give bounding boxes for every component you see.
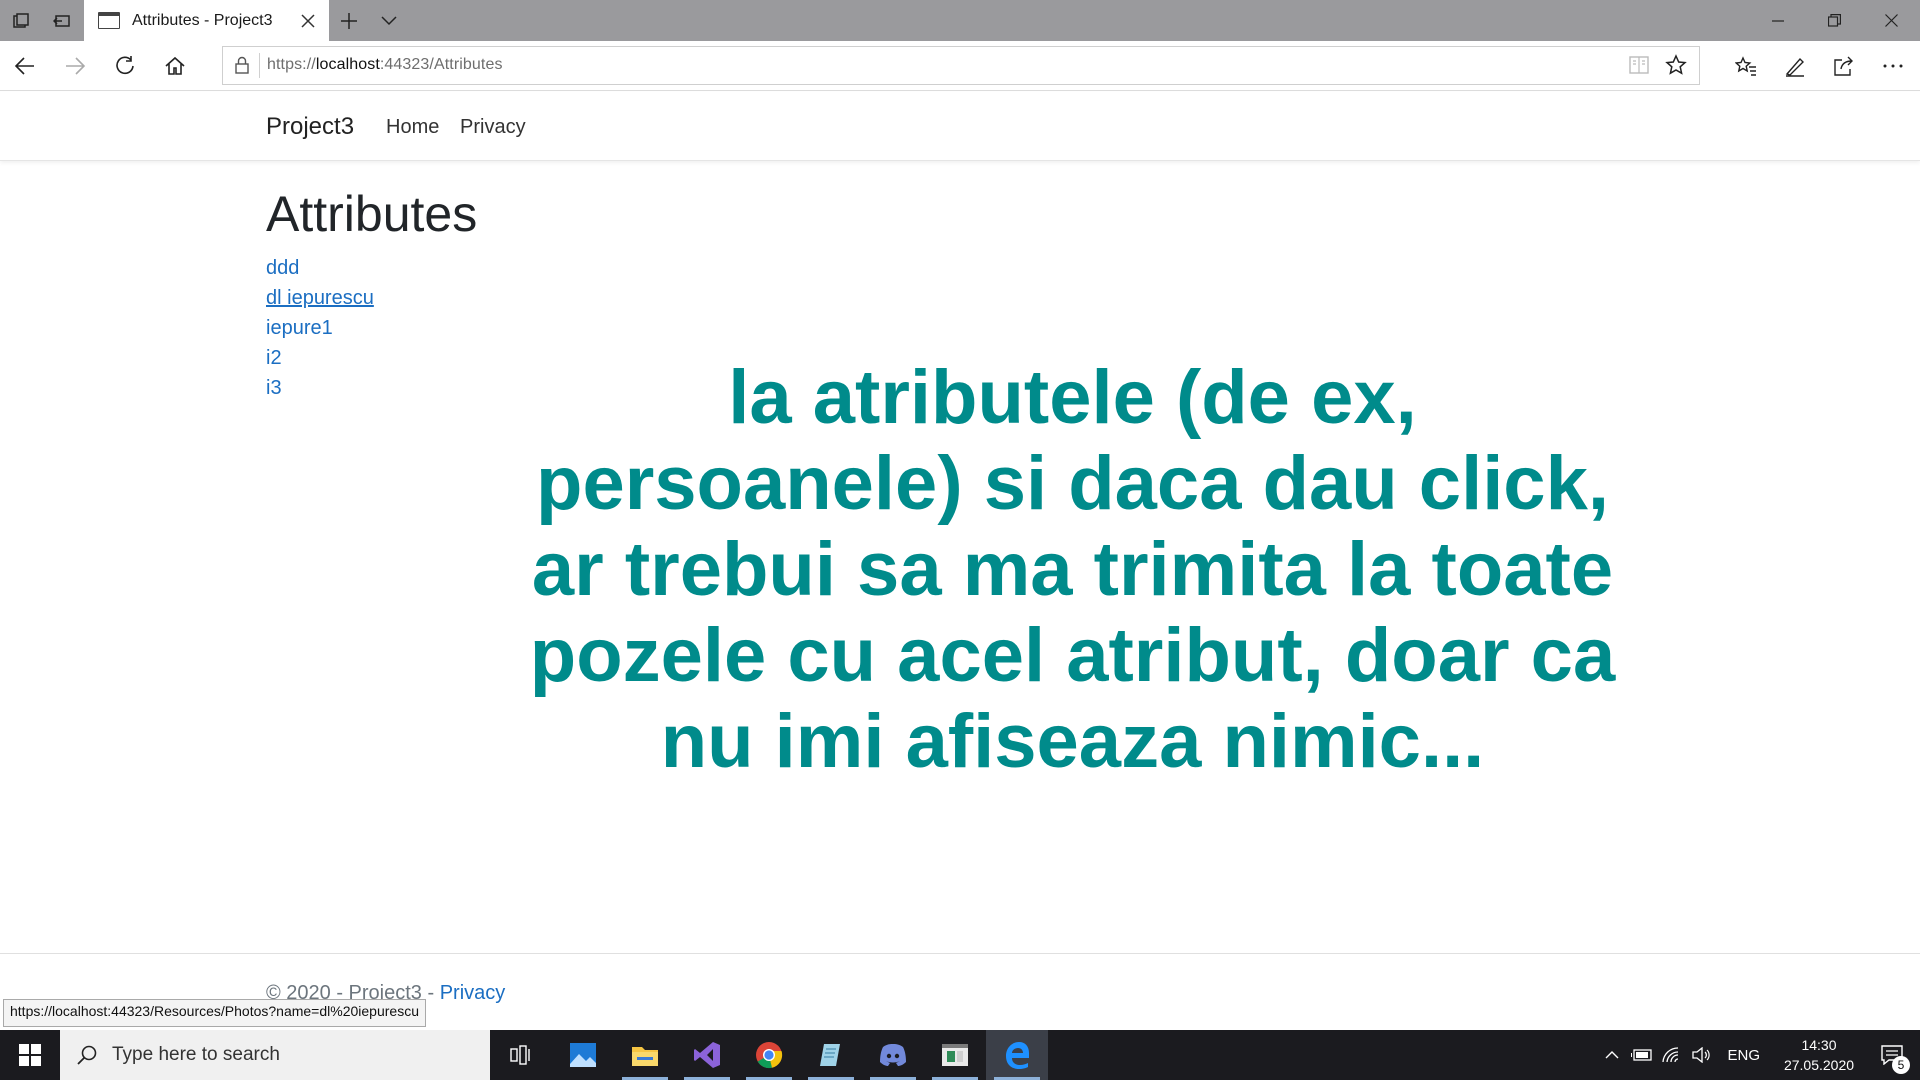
window-controls (1749, 0, 1920, 41)
footer-privacy-link[interactable]: Privacy (440, 982, 506, 1004)
tab-title: Attributes - Project3 (132, 11, 273, 29)
clock[interactable]: 14:30 27.05.2020 (1774, 1035, 1864, 1075)
edge-icon[interactable] (986, 1030, 1048, 1080)
address-divider (259, 53, 260, 78)
favorite-star-icon[interactable] (1665, 54, 1687, 76)
photos-icon[interactable] (552, 1030, 614, 1080)
browser-tab-strip: Attributes - Project3 (0, 0, 1920, 41)
forward-arrow-icon[interactable] (62, 53, 88, 79)
attribute-link[interactable]: dl iepurescu (266, 285, 374, 315)
favorites-icon[interactable] (1733, 53, 1759, 79)
site-navbar: Project3 Home Privacy (0, 92, 1920, 161)
pen-notes-icon[interactable] (1782, 53, 1808, 79)
clock-date: 27.05.2020 (1783, 1057, 1855, 1073)
restore-icon[interactable] (1806, 0, 1863, 41)
sql-icon[interactable] (924, 1030, 986, 1080)
attribute-link[interactable]: ddd (266, 255, 374, 285)
address-bar[interactable]: https://localhost:44323/Attributes (222, 46, 1700, 85)
visual-studio-icon[interactable] (676, 1030, 738, 1080)
more-menu-icon[interactable] (1880, 53, 1906, 79)
wifi-icon[interactable] (1657, 1030, 1687, 1080)
refresh-icon[interactable] (112, 53, 138, 79)
home-icon[interactable] (162, 53, 188, 79)
battery-icon[interactable] (1627, 1030, 1657, 1080)
page-icon (98, 12, 120, 29)
chevron-down-icon[interactable] (369, 0, 409, 41)
taskbar: Type here to search ENG 14:30 27.05.2020… (0, 1030, 1920, 1080)
volume-icon[interactable] (1687, 1030, 1717, 1080)
attribute-link[interactable]: iepure1 (266, 315, 374, 345)
close-window-icon[interactable] (1863, 0, 1920, 41)
search-icon (77, 1045, 97, 1065)
windows-start-icon[interactable] (0, 1030, 60, 1080)
system-tray: ENG 14:30 27.05.2020 5 (1597, 1030, 1920, 1080)
browser-tab-active[interactable]: Attributes - Project3 (84, 0, 329, 41)
nav-privacy-link[interactable]: Privacy (460, 116, 526, 139)
status-bar-url: https://localhost:44323/Resources/Photos… (3, 999, 426, 1027)
browser-toolbar: https://localhost:44323/Attributes (0, 41, 1920, 91)
brand-link[interactable]: Project3 (266, 113, 354, 141)
back-arrow-icon[interactable] (12, 53, 38, 79)
clock-time: 14:30 (1801, 1037, 1837, 1053)
task-view-icon[interactable] (490, 1030, 552, 1080)
input-language[interactable]: ENG (1727, 1047, 1760, 1064)
notification-center-icon[interactable]: 5 (1864, 1030, 1920, 1080)
tab-actions-icon[interactable] (0, 0, 41, 41)
notepad-icon[interactable] (800, 1030, 862, 1080)
close-tab-icon[interactable] (297, 10, 319, 32)
minimize-icon[interactable] (1749, 0, 1806, 41)
file-explorer-icon[interactable] (614, 1030, 676, 1080)
search-placeholder: Type here to search (112, 1044, 280, 1065)
lock-icon (235, 56, 249, 74)
taskbar-search-box[interactable]: Type here to search (60, 1030, 490, 1080)
set-tabs-aside-icon[interactable] (41, 0, 82, 41)
url-text: https://localhost:44323/Attributes (267, 56, 503, 73)
discord-icon[interactable] (862, 1030, 924, 1080)
reading-view-icon[interactable] (1629, 56, 1649, 74)
share-icon[interactable] (1831, 53, 1857, 79)
attribute-link[interactable]: i2 (266, 345, 374, 375)
chevron-up-icon[interactable] (1597, 1030, 1627, 1080)
attribute-link[interactable]: i3 (266, 375, 374, 405)
nav-home-link[interactable]: Home (386, 116, 439, 139)
chrome-icon[interactable] (738, 1030, 800, 1080)
new-tab-icon[interactable] (329, 0, 369, 41)
page-title: Attributes (266, 186, 478, 242)
notification-count-badge: 5 (1892, 1056, 1910, 1074)
annotation-overlay-text: la atributele (de ex, persoanele) si dac… (529, 355, 1616, 784)
footer-divider (0, 953, 1920, 954)
attribute-list: ddd dl iepurescu iepure1 i2 i3 (266, 255, 374, 405)
